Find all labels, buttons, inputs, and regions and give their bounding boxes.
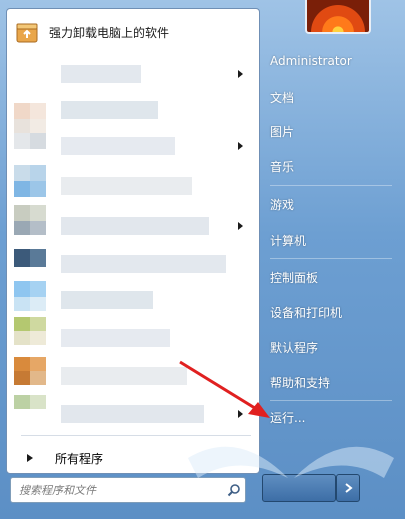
chevron-right-icon xyxy=(345,483,353,493)
games-label: 游戏 xyxy=(270,197,295,212)
pixel-mosaic xyxy=(14,103,46,409)
devices-printers-label: 设备和打印机 xyxy=(270,305,343,320)
right-divider-3 xyxy=(270,400,392,401)
submenu-arrow-icon xyxy=(238,142,243,150)
computer-label: 计算机 xyxy=(270,233,307,248)
user-avatar-flower[interactable] xyxy=(305,0,371,34)
run-link[interactable]: 运行... xyxy=(270,404,395,430)
search-box[interactable] xyxy=(10,477,246,503)
computer-link[interactable]: 计算机 xyxy=(270,227,395,253)
pixelated-obscured-area xyxy=(0,95,56,425)
start-menu: 强力卸载电脑上的软件 所有程序 搜索程序和文件 Administrator 文档… xyxy=(0,0,405,519)
all-programs-arrow-icon xyxy=(27,454,33,462)
obscured-program-text xyxy=(61,255,226,273)
all-programs-label: 所有程序 xyxy=(55,451,104,466)
search-icon[interactable] xyxy=(223,479,245,501)
submenu-arrow-icon xyxy=(238,70,243,78)
obscured-program-text xyxy=(61,177,192,195)
help-support-link[interactable]: 帮助和支持 xyxy=(270,369,395,395)
uninstaller-box-icon xyxy=(16,23,38,43)
control-panel-link[interactable]: 控制面板 xyxy=(270,264,395,290)
all-programs-button[interactable]: 所有程序 xyxy=(21,445,251,471)
user-folder-link[interactable]: Administrator xyxy=(270,48,395,74)
documents-link[interactable]: 文档 xyxy=(270,84,395,110)
obscured-program-text xyxy=(61,291,153,309)
program-item[interactable] xyxy=(15,57,253,91)
pinned-program-uninstaller[interactable]: 强力卸载电脑上的软件 xyxy=(15,15,253,49)
pictures-label: 图片 xyxy=(270,124,295,139)
obscured-program-text xyxy=(61,65,141,83)
obscured-program-text xyxy=(61,367,187,385)
music-label: 音乐 xyxy=(270,159,295,174)
obscured-program-text xyxy=(61,137,175,155)
pictures-link[interactable]: 图片 xyxy=(270,118,395,144)
obscured-program-text xyxy=(61,329,170,347)
right-divider-1 xyxy=(270,185,392,186)
games-link[interactable]: 游戏 xyxy=(270,191,395,217)
devices-printers-link[interactable]: 设备和打印机 xyxy=(270,299,395,325)
shutdown-options-button[interactable] xyxy=(336,474,360,502)
default-programs-link[interactable]: 默认程序 xyxy=(270,334,395,360)
music-link[interactable]: 音乐 xyxy=(270,153,395,179)
shutdown-button[interactable] xyxy=(262,474,336,502)
red-annotation-arrow xyxy=(179,360,270,418)
right-divider-2 xyxy=(270,258,392,259)
pinned-program-label: 强力卸载电脑上的软件 xyxy=(49,25,170,40)
submenu-arrow-icon xyxy=(238,222,243,230)
search-input[interactable] xyxy=(11,479,223,501)
obscured-program-text xyxy=(61,217,209,235)
documents-label: 文档 xyxy=(270,90,295,105)
control-panel-label: 控制面板 xyxy=(270,270,319,285)
user-name-label: Administrator xyxy=(270,54,352,68)
obscured-program-text xyxy=(61,101,158,119)
programs-divider xyxy=(21,435,251,436)
